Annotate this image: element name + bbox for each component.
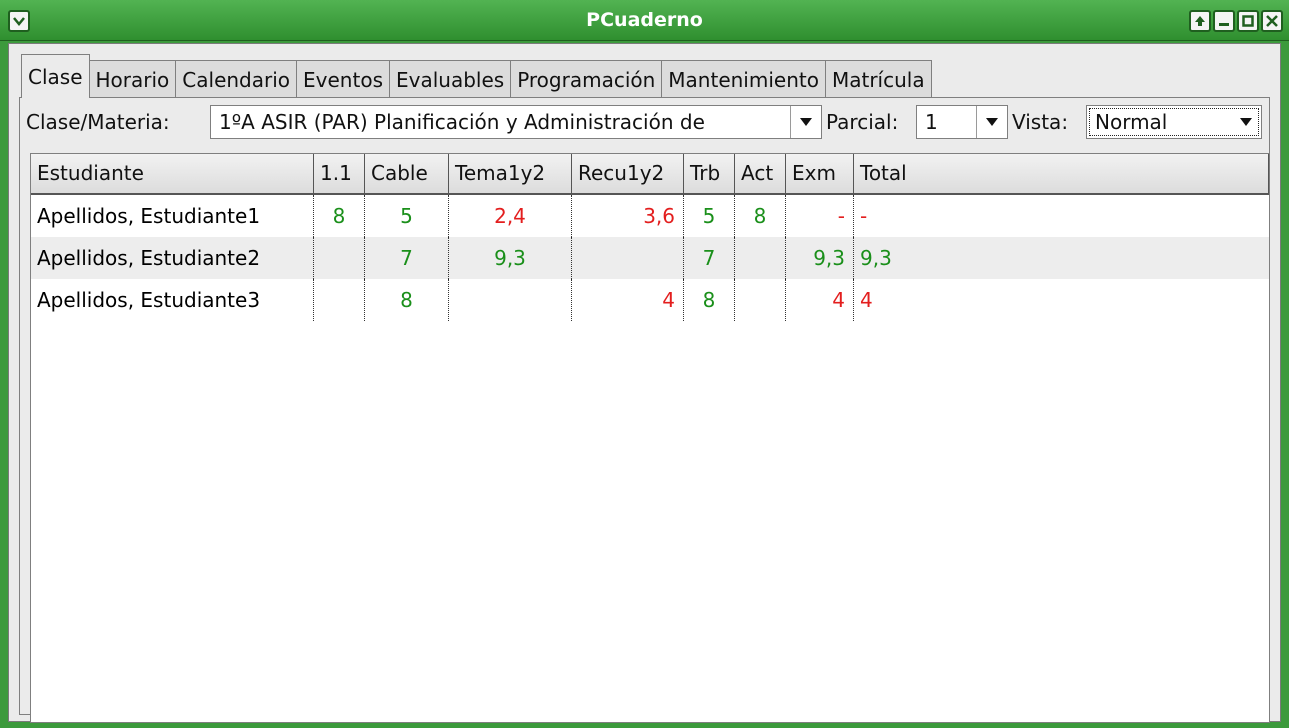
parcial-label: Parcial:	[826, 110, 899, 134]
tab-horario[interactable]: Horario	[88, 60, 177, 98]
column-header-trb[interactable]: Trb	[684, 154, 735, 193]
column-header-cable[interactable]: Cable	[365, 154, 449, 193]
maximize-icon[interactable]	[1237, 10, 1259, 32]
cell-cable[interactable]: 5	[365, 195, 449, 237]
clase-panel: Clase/Materia: 1ºA ASIR (PAR) Planificac…	[19, 97, 1270, 723]
table-header: Estudiante 1.1 Cable Tema1y2 Recu1y2 Trb…	[31, 154, 1269, 195]
clase-materia-select[interactable]: 1ºA ASIR (PAR) Planificación y Administr…	[210, 105, 822, 139]
cell-tema1y2[interactable]: 9,3	[449, 237, 572, 279]
cell-act[interactable]	[735, 237, 786, 279]
cell-trb[interactable]: 5	[684, 195, 735, 237]
cell-act[interactable]	[735, 279, 786, 321]
column-header-1-1[interactable]: 1.1	[314, 154, 365, 193]
minimize-icon[interactable]	[1213, 10, 1235, 32]
tab-clase[interactable]: Clase	[21, 54, 90, 98]
cell-1-1[interactable]: 8	[314, 195, 365, 237]
cell-exm[interactable]: -	[786, 195, 854, 237]
cell-total[interactable]: 4	[854, 279, 1269, 321]
tab-eventos[interactable]: Eventos	[296, 60, 390, 98]
table-row[interactable]: Apellidos, Estudiante3 8 4 8 4 4	[31, 279, 1269, 321]
close-icon[interactable]	[1261, 10, 1283, 32]
tab-bar: Clase Horario Calendario Eventos Evaluab…	[21, 54, 932, 98]
column-header-total[interactable]: Total	[854, 154, 1269, 193]
cell-trb[interactable]: 7	[684, 237, 735, 279]
cell-act[interactable]: 8	[735, 195, 786, 237]
cell-cable[interactable]: 7	[365, 237, 449, 279]
parcial-select[interactable]: 1	[916, 105, 1008, 139]
cell-1-1[interactable]	[314, 237, 365, 279]
tab-evaluables[interactable]: Evaluables	[388, 60, 512, 98]
app-window: PCuaderno Clase Horario Calendario Event…	[0, 0, 1289, 728]
cell-exm[interactable]: 4	[786, 279, 854, 321]
tab-calendario[interactable]: Calendario	[175, 60, 298, 98]
cell-total[interactable]: -	[854, 195, 1269, 237]
parcial-value: 1	[925, 110, 938, 134]
title-bar[interactable]: PCuaderno	[0, 0, 1289, 41]
cell-recu1y2[interactable]: 3,6	[572, 195, 684, 237]
cell-exm[interactable]: 9,3	[786, 237, 854, 279]
column-header-tema1y2[interactable]: Tema1y2	[449, 154, 572, 193]
cell-1-1[interactable]	[314, 279, 365, 321]
client-area: Clase Horario Calendario Eventos Evaluab…	[8, 43, 1281, 723]
chevron-down-icon[interactable]	[790, 106, 821, 138]
tab-programacion[interactable]: Programación	[510, 60, 663, 98]
column-header-exm[interactable]: Exm	[786, 154, 854, 193]
cell-estudiante[interactable]: Apellidos, Estudiante2	[31, 237, 314, 279]
cell-tema1y2[interactable]	[449, 279, 572, 321]
tab-mantenimiento[interactable]: Mantenimiento	[661, 60, 826, 98]
window-title: PCuaderno	[586, 9, 703, 31]
arrow-up-icon[interactable]	[1189, 10, 1211, 32]
cell-tema1y2[interactable]: 2,4	[449, 195, 572, 237]
cell-total[interactable]: 9,3	[854, 237, 1269, 279]
filter-toolbar: Clase/Materia: 1ºA ASIR (PAR) Planificac…	[20, 104, 1269, 140]
column-header-recu1y2[interactable]: Recu1y2	[572, 154, 684, 193]
cell-estudiante[interactable]: Apellidos, Estudiante1	[31, 195, 314, 237]
vista-label: Vista:	[1012, 110, 1069, 134]
table-row[interactable]: Apellidos, Estudiante2 7 9,3 7 9,3 9,3	[31, 237, 1269, 279]
cell-recu1y2[interactable]: 4	[572, 279, 684, 321]
table-row[interactable]: Apellidos, Estudiante1 8 5 2,4 3,6 5 8- -	[31, 195, 1269, 237]
cell-estudiante[interactable]: Apellidos, Estudiante3	[31, 279, 314, 321]
grades-table[interactable]: Estudiante 1.1 Cable Tema1y2 Recu1y2 Trb…	[30, 153, 1270, 723]
vista-value: Normal	[1095, 110, 1168, 134]
tab-matricula[interactable]: Matrícula	[824, 60, 932, 98]
chevron-down-icon[interactable]	[1231, 106, 1261, 138]
chevron-down-icon[interactable]	[976, 106, 1007, 138]
cell-cable[interactable]: 8	[365, 279, 449, 321]
column-header-act[interactable]: Act	[735, 154, 786, 193]
vista-select[interactable]: Normal	[1086, 105, 1262, 139]
clase-materia-label: Clase/Materia:	[26, 110, 170, 134]
clase-materia-value: 1ºA ASIR (PAR) Planificación y Administr…	[219, 110, 705, 134]
cell-trb[interactable]: 8	[684, 279, 735, 321]
column-header-estudiante[interactable]: Estudiante	[31, 154, 314, 193]
cell-recu1y2[interactable]	[572, 237, 684, 279]
